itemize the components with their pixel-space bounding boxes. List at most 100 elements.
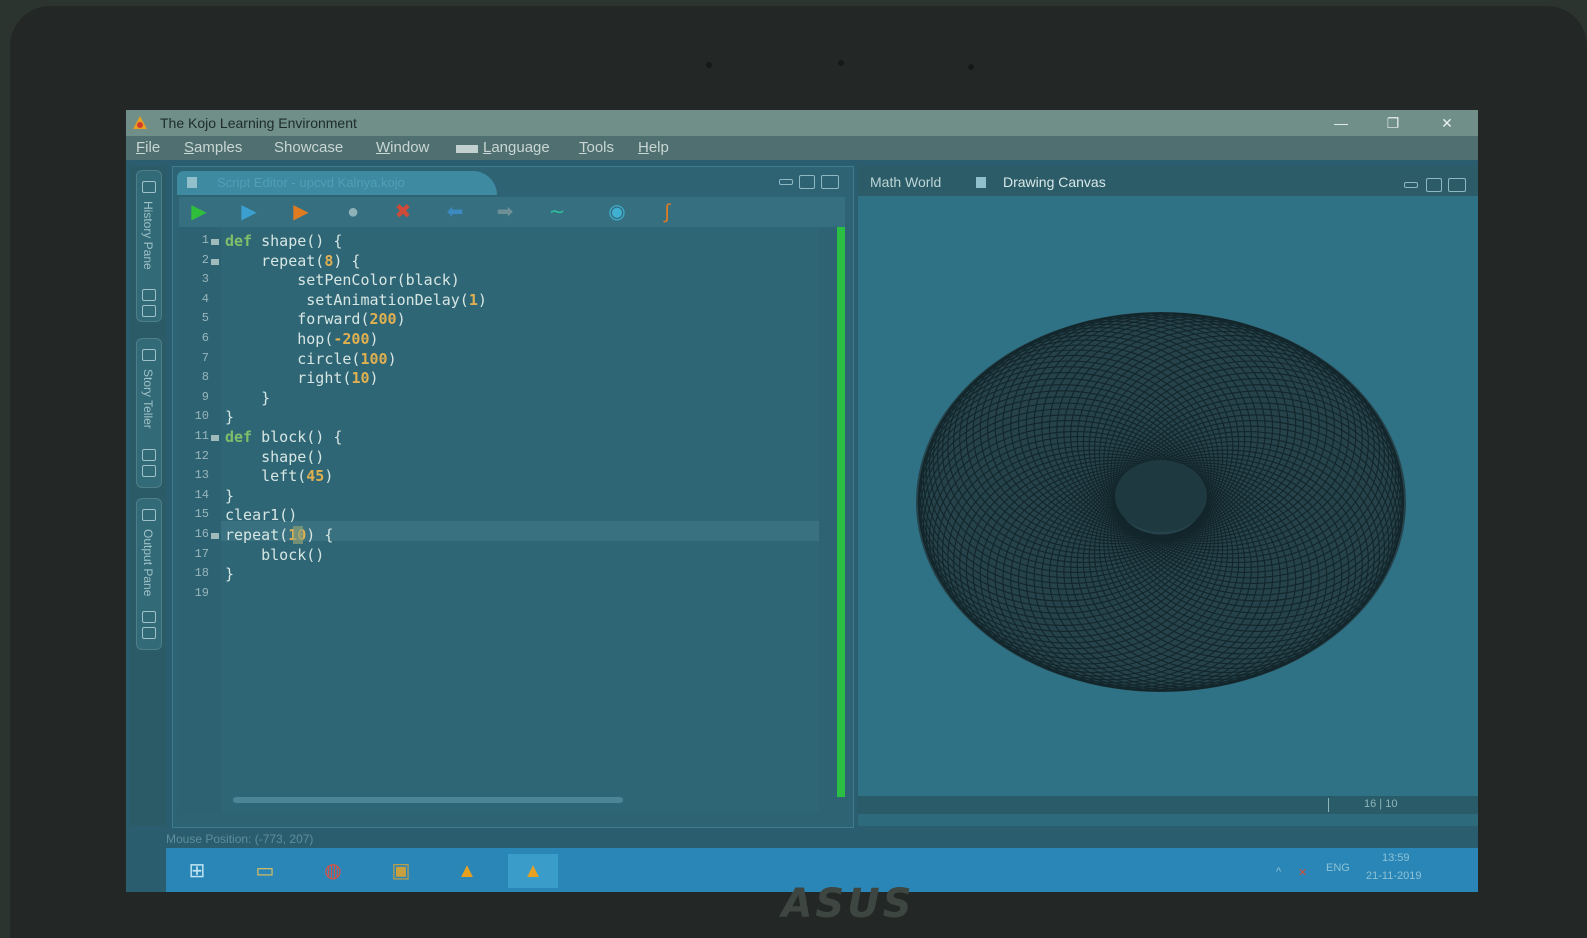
laptop-brand-logo: ASUS [781,881,915,927]
menu-help[interactable]: Help [638,136,669,160]
menu-file[interactable]: File [136,136,160,160]
line-number: 5 [201,311,209,326]
minimize-pane-icon[interactable] [779,179,793,185]
fold-toggle-icon[interactable] [211,239,219,245]
file-explorer-icon[interactable]: ▭ [240,854,290,888]
menu-language[interactable]: Language [483,136,550,160]
format-icon[interactable]: ∼ [545,200,569,224]
clock-date[interactable]: 21-11-2019 [1366,870,1421,882]
horizontal-scrollbar[interactable] [233,797,623,803]
drawing-canvas[interactable] [858,196,1478,796]
code-line: clear1() [225,506,298,525]
maximize-pane-icon[interactable] [1448,178,1466,192]
code-line: def shape() { [225,232,343,250]
story-teller-label: Story Teller [141,369,155,429]
menu-showcase[interactable]: Showcase [274,136,343,160]
menu-window[interactable]: Window [376,136,429,160]
check-icon[interactable]: ◉ [605,200,629,224]
tab-drawing-canvas[interactable]: Drawing Canvas [1003,171,1106,193]
code-line: } [225,565,235,584]
flag-icon [456,145,478,153]
media-player-icon[interactable]: ▣ [376,854,426,888]
file-icon [187,177,197,188]
kojo-icon-active[interactable]: ▲ [508,854,558,888]
line-number: 7 [201,350,209,365]
clear-icon[interactable]: ✖ [391,200,415,224]
laptop-screen: The Kojo Learning Environment — ❐ ✕ File… [126,110,1478,892]
code-line: block() [225,545,325,564]
menu-bar: File Samples Showcase Window Language To… [126,136,1478,160]
restore-pane-icon[interactable] [142,289,156,301]
history-pane-tab[interactable]: History Pane [136,170,162,322]
canvas-tabs: Math World Drawing Canvas [858,166,1478,196]
maximize-pane-icon[interactable] [142,627,156,639]
line-number: 16 [194,527,209,541]
line-number: 14 [194,487,209,502]
fold-toggle-icon[interactable] [211,435,219,441]
minimize-button[interactable]: — [1316,110,1366,136]
maximize-pane-icon[interactable] [142,465,156,477]
code-line: def block() { [225,428,343,446]
line-number: 13 [194,468,209,483]
maximize-pane-icon[interactable] [142,305,156,317]
code-line: repeat(8) { [225,251,361,270]
tray-chevron-icon[interactable]: ^ [1276,866,1281,878]
restore-button[interactable]: ❐ [1368,110,1418,136]
code-line: left(45) [225,467,334,486]
menu-samples[interactable]: Samples [184,136,242,160]
sensor-dot [968,64,974,70]
kojo-app-icon [133,116,147,129]
chrome-icon[interactable]: ◍ [308,854,358,888]
script-editor-pane: Script Editor - upcvd Kalnya.kojo ▶ ▶ ▶ … [172,166,854,828]
line-number: 2 [201,252,209,267]
run-worksheet-icon[interactable]: ▶ [237,200,261,224]
script-editor-tab[interactable]: Script Editor - upcvd Kalnya.kojo [177,171,497,195]
status-divider [1328,798,1329,812]
undo-icon[interactable]: ⬅ [443,200,467,224]
menu-tools[interactable]: Tools [579,136,614,160]
restore-pane-icon[interactable] [142,611,156,623]
line-number: 11 [194,429,209,443]
line-number: 1 [201,233,209,247]
title-bar: The Kojo Learning Environment — ❐ ✕ [126,110,1478,136]
line-number: 17 [194,546,209,561]
line-number: 4 [201,291,209,306]
trace-icon[interactable]: ▶ [289,200,313,224]
output-pane-label: Output Pane [141,529,155,597]
kojo-icon[interactable]: ▲ [442,854,492,888]
pane-icon [142,509,156,521]
line-number: 19 [194,585,209,600]
network-icon[interactable]: ✕ [1298,866,1307,879]
stop-icon[interactable]: ● [341,200,365,224]
windows-start-icon[interactable]: ⊞ [172,854,222,888]
line-number: 10 [194,409,209,424]
output-pane-tab[interactable]: Output Pane [136,498,162,650]
detach-pane-icon[interactable] [799,175,815,189]
fold-toggle-icon[interactable] [211,258,219,265]
window-title: The Kojo Learning Environment [160,115,357,131]
run-icon[interactable]: ▶ [187,200,211,224]
redo-icon[interactable]: ➡ [493,200,517,224]
maximize-pane-icon[interactable] [821,175,839,189]
mouse-position-status: Mouse Position: (-773, 207) [166,832,314,846]
editor-toolbar: ▶ ▶ ▶ ● ✖ ⬅ ➡ ∼ ◉ ∫ [179,197,845,227]
minimize-pane-icon[interactable] [1404,182,1418,188]
line-number: 15 [194,507,209,522]
code-line: right(10) [225,369,379,388]
code-line: hop(-200) [225,330,379,348]
detach-pane-icon[interactable] [1426,178,1442,192]
restore-pane-icon[interactable] [142,449,156,461]
history-pane-label: History Pane [141,201,155,270]
camera-dot [706,62,712,68]
code-line: shape() [225,447,325,466]
erase-icon[interactable]: ∫ [655,200,679,224]
close-button[interactable]: ✕ [1422,110,1472,136]
code-area[interactable]: 1 def shape() {2 repeat(8) {3 setPenColor… [179,227,819,812]
language-indicator[interactable]: ENG [1326,862,1350,874]
story-teller-tab[interactable]: Story Teller [136,338,162,488]
tab-math-world[interactable]: Math World [870,171,941,193]
code-line: } [225,388,271,407]
clock-time[interactable]: 13:59 [1382,852,1410,864]
code-line: setAnimationDelay(1) [225,290,487,309]
fold-toggle-icon[interactable] [211,533,219,539]
